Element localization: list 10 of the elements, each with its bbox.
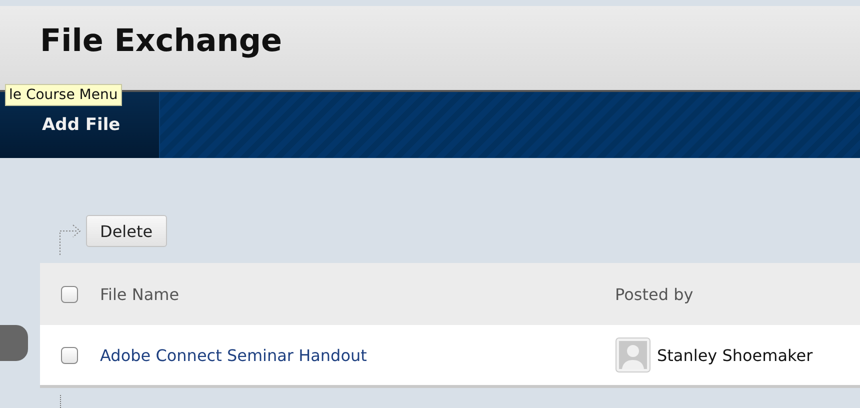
select-all-checkbox[interactable] <box>60 286 78 302</box>
page-title: File Exchange <box>40 23 282 59</box>
tooltip: le Course Menu <box>5 84 122 106</box>
row-checkbox[interactable] <box>60 346 78 364</box>
delete-button[interactable]: Delete <box>86 215 167 247</box>
user-avatar-icon <box>615 337 651 373</box>
poster-name: Stanley Shoemaker <box>657 346 813 364</box>
column-header[interactable]: Posted by <box>615 284 860 304</box>
file-link[interactable]: Adobe Connect Seminar Handout <box>100 346 615 364</box>
column-header[interactable]: File Name <box>100 284 615 304</box>
